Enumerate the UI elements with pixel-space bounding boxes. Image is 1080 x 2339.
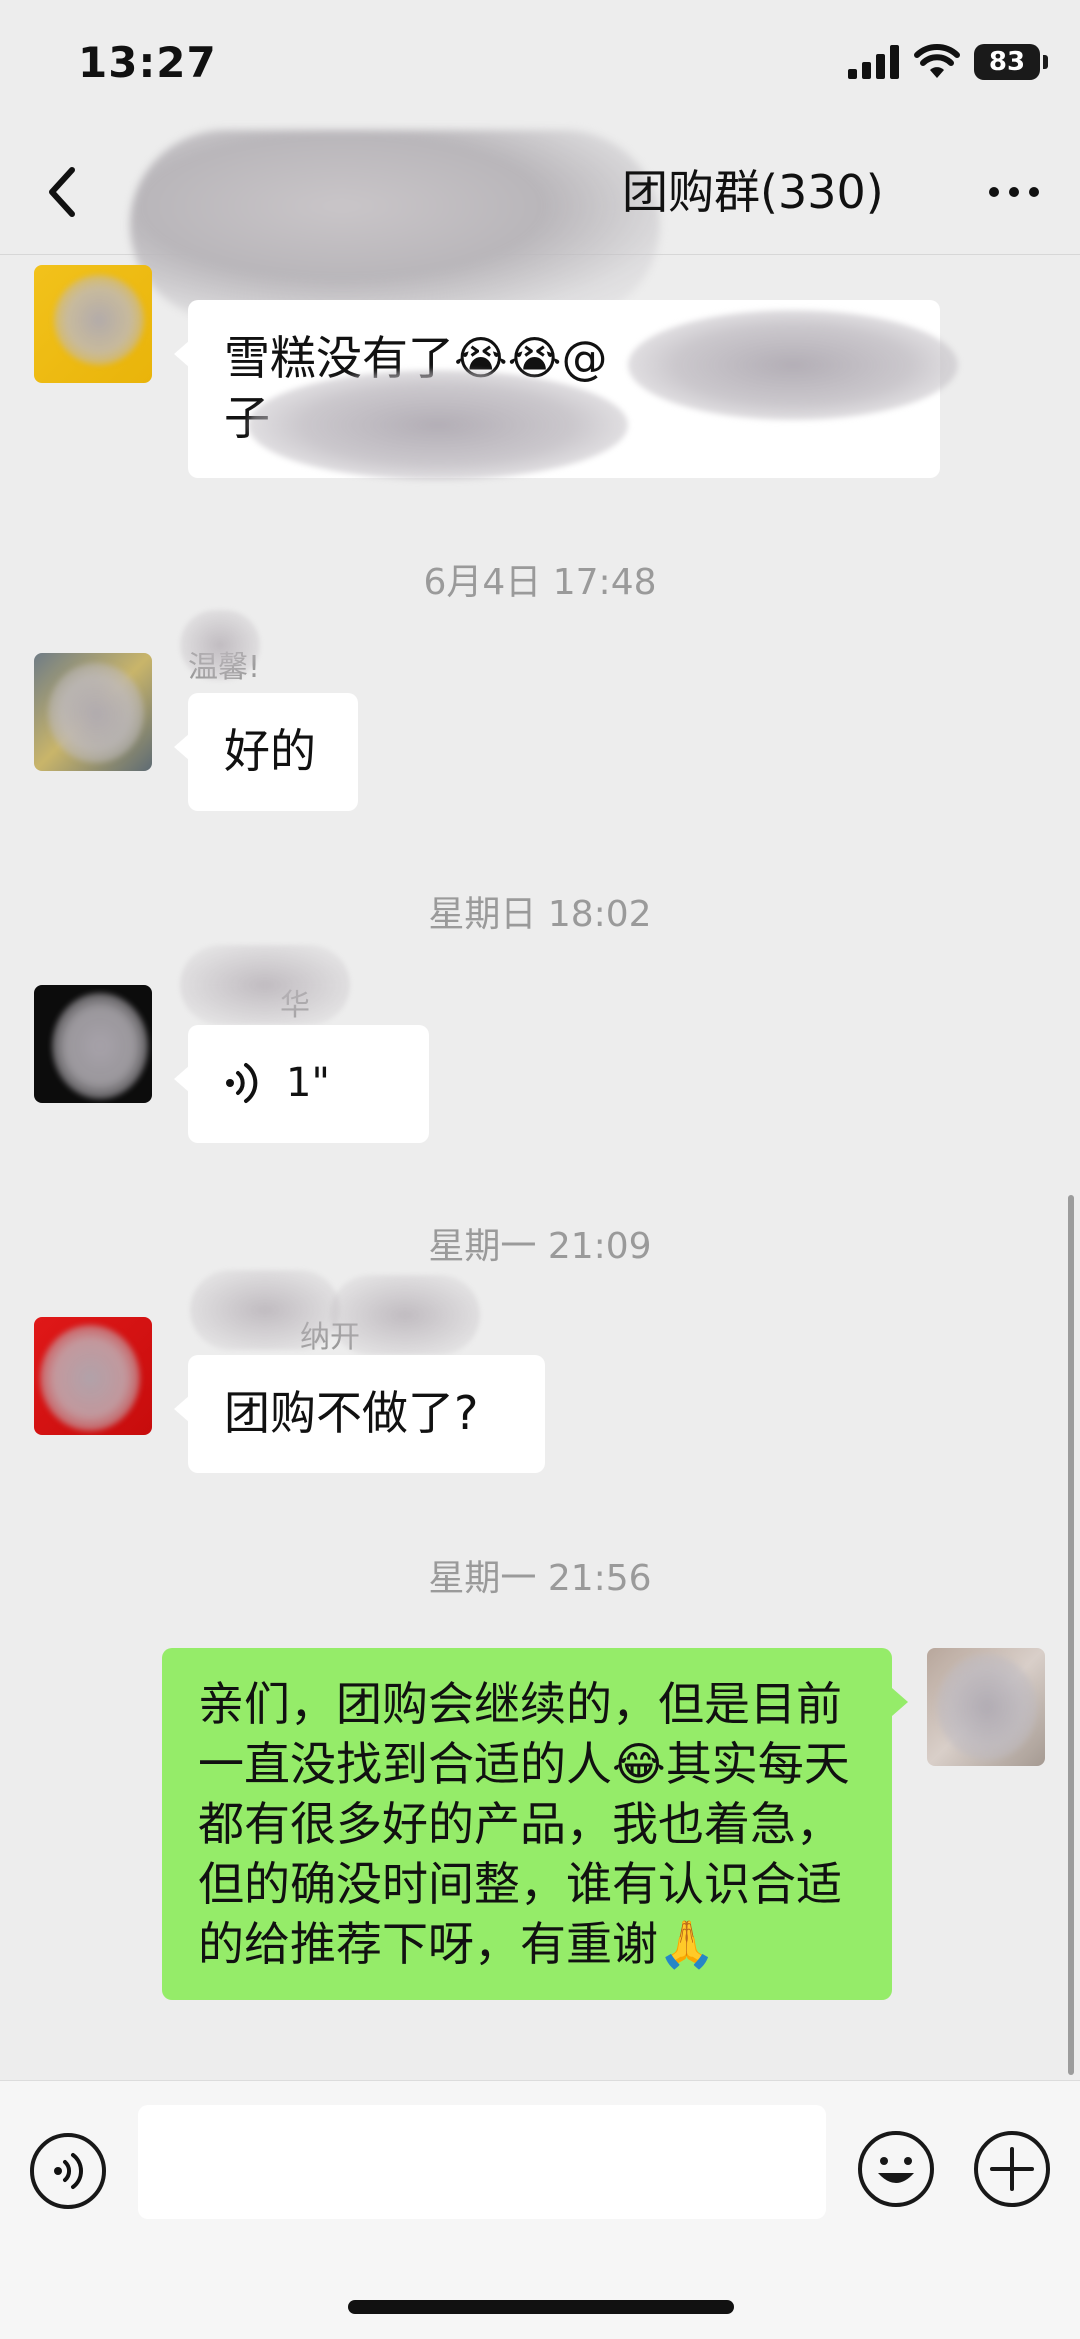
wifi-icon: [914, 44, 960, 78]
avatar[interactable]: [34, 653, 152, 771]
message-text: 好的: [224, 724, 316, 778]
message-bubble[interactable]: 雪糕没有了😭😭@ 子: [174, 300, 958, 480]
voice-wave-icon: [226, 1063, 258, 1103]
blurred-region: [48, 663, 144, 763]
chat-title: 团购群(330): [622, 165, 884, 219]
chevron-left-icon: [49, 167, 75, 217]
status-bar: 13:27 83: [0, 0, 1080, 130]
voice-duration: 1": [286, 1060, 330, 1106]
scrollbar[interactable]: [1068, 1195, 1074, 2075]
message-bubble[interactable]: 好的: [174, 693, 358, 811]
avatar-self[interactable]: [927, 1648, 1045, 1766]
more-options-button[interactable]: [974, 160, 1054, 224]
nav-bar: 团购群(330): [0, 130, 1080, 320]
back-button[interactable]: [30, 160, 94, 224]
voice-message: 1": [224, 1053, 393, 1113]
message-list[interactable]: 雪糕没有了😭😭@ 子 6月4日 17:48 温馨! 好的 星期日 18:02 华: [0, 255, 1080, 2080]
timestamp: 星期一 21:09: [428, 1226, 652, 1267]
more-dot-icon: [1009, 187, 1019, 197]
voice-message-bubble[interactable]: 1": [174, 1025, 429, 1143]
more-dot-icon: [989, 187, 999, 197]
blurred-region: [180, 945, 350, 1025]
message-text: 团购不做了?: [224, 1386, 479, 1440]
blurred-region: [248, 370, 628, 480]
voice-icon: [54, 2153, 83, 2189]
blurred-region: [628, 310, 958, 420]
chat-screen: 13:27 83 团购群(330) 雪糕没有了😭😭@ 子 6月4日 17:48 …: [0, 0, 1080, 2339]
avatar[interactable]: [34, 985, 152, 1103]
blurred-region: [190, 1270, 340, 1350]
status-icons: 83: [848, 44, 1048, 80]
plus-icon[interactable]: [972, 2129, 1052, 2209]
blurred-region: [40, 1325, 140, 1431]
message-bubble-self[interactable]: 亲们，团购会继续的，但是目前一直没找到合适的人😂其实每天都有很多好的产品，我也着…: [162, 1648, 908, 2000]
home-indicator[interactable]: [348, 2300, 734, 2314]
avatar[interactable]: [34, 265, 152, 383]
more-dot-icon: [1029, 187, 1039, 197]
voice-input-button[interactable]: [30, 2133, 106, 2209]
status-time: 13:27: [78, 38, 217, 87]
blurred-region: [180, 610, 260, 680]
message-input[interactable]: [138, 2105, 826, 2219]
message-bubble[interactable]: 团购不做了?: [174, 1355, 545, 1473]
timestamp: 星期日 18:02: [428, 894, 652, 935]
blurred-region: [54, 275, 144, 365]
blurred-region: [52, 993, 148, 1099]
battery-icon: 83: [974, 44, 1048, 80]
signal-icon: [848, 45, 899, 79]
timestamp: 6月4日 17:48: [423, 562, 657, 603]
message-text: 亲们，团购会继续的，但是目前一直没找到合适的人😂其实每天都有很多好的产品，我也着…: [198, 1677, 850, 1971]
blurred-region: [330, 1275, 480, 1355]
timestamp: 星期一 21:56: [428, 1558, 652, 1599]
emoji-icon[interactable]: [856, 2129, 936, 2209]
avatar[interactable]: [34, 1317, 152, 1435]
blurred-region: [937, 1654, 1037, 1760]
battery-level: 83: [988, 47, 1026, 77]
